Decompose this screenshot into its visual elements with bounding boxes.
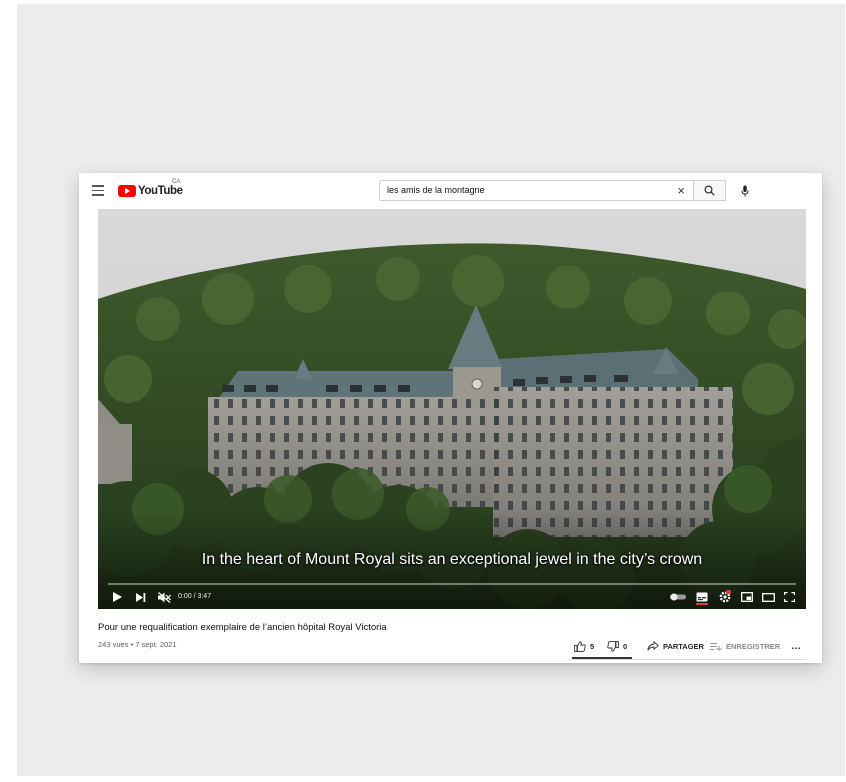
play-button[interactable] (110, 590, 124, 604)
menu-icon[interactable] (92, 185, 104, 196)
play-icon (112, 592, 122, 602)
share-icon (647, 641, 659, 651)
more-actions-button[interactable]: … (791, 639, 801, 653)
fullscreen-icon (783, 592, 795, 602)
close-icon[interactable]: × (677, 183, 685, 198)
subtitles-icon (696, 592, 708, 602)
like-count: 5 (590, 641, 595, 651)
search-button[interactable] (694, 180, 726, 201)
video-meta: 243 vues • 7 sept. 2021 (98, 640, 177, 649)
thumbs-up-icon (574, 640, 586, 652)
youtube-window: YouTube CA les amis de la montagne × In … (79, 173, 822, 663)
voice-search-button[interactable] (735, 180, 755, 201)
share-button[interactable]: PARTAGER (647, 639, 704, 653)
video-title: Pour une requalification exemplaire de l… (98, 622, 387, 633)
subtitles-button[interactable] (695, 590, 709, 605)
divider (569, 659, 806, 660)
subtitle-caption: In the heart of Mount Royal sits an exce… (201, 551, 703, 568)
player-controls: 0:00 / 3:47 (98, 587, 806, 609)
search-input[interactable]: les amis de la montagne × (379, 180, 694, 201)
time-display: 0:00 / 3:47 (178, 593, 212, 600)
miniplayer-button[interactable] (740, 590, 754, 604)
youtube-logo-icon (118, 185, 136, 197)
next-icon (136, 592, 146, 602)
thumbs-down-icon (607, 640, 619, 652)
progress-bar[interactable] (108, 583, 796, 585)
share-label: PARTAGER (663, 641, 704, 651)
add-to-playlist-icon (710, 642, 722, 651)
next-button[interactable] (134, 590, 148, 604)
volume-muted-icon (157, 591, 171, 603)
video-player[interactable]: In the heart of Mount Royal sits an exce… (98, 209, 806, 609)
like-button[interactable]: 5 (574, 639, 594, 653)
dislike-count: 0 (623, 641, 628, 651)
video-frame-image (98, 209, 806, 609)
search-query[interactable]: les amis de la montagne (387, 185, 485, 195)
miniplayer-icon (741, 592, 753, 602)
autoplay-toggle[interactable] (668, 590, 688, 604)
country-code: CA (172, 179, 181, 185)
save-button[interactable]: ENREGISTRER (710, 639, 780, 653)
autoplay-toggle-icon (670, 593, 686, 601)
volume-button[interactable] (156, 590, 172, 604)
save-label: ENREGISTRER (726, 641, 781, 651)
settings-button[interactable] (717, 590, 733, 604)
fullscreen-button[interactable] (782, 590, 796, 604)
page-background: YouTube CA les amis de la montagne × In … (17, 4, 845, 776)
microphone-icon (741, 185, 749, 196)
more-icon: … (791, 640, 801, 652)
masthead: YouTube CA les amis de la montagne × (79, 173, 822, 209)
search-icon (704, 185, 715, 196)
theater-mode-button[interactable] (760, 590, 776, 604)
dislike-button[interactable]: 0 (607, 639, 627, 653)
logo-text: YouTube (138, 185, 183, 197)
theater-mode-icon (761, 592, 775, 602)
